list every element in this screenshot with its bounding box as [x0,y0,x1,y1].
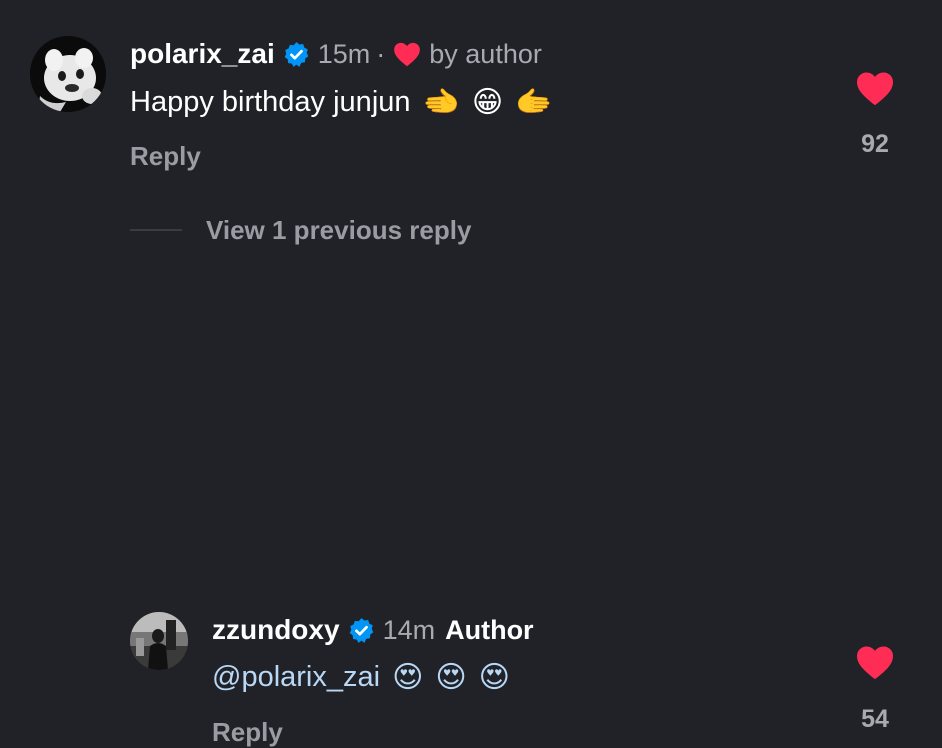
view-previous-replies-label[interactable]: View 1 previous reply [206,215,471,246]
comment-text: Happy birthday junjun 🫲 😁 🫱 [130,82,553,122]
verified-badge-icon [349,617,373,643]
timestamp: 15m [317,38,371,69]
like-count[interactable]: 54 [845,705,905,734]
comment-text: @polarix_zai 😍 😍 😍 [212,657,510,697]
comment: polarix_zai 15m · by author Happy birthd… [0,0,942,190]
avatar-image [30,36,106,112]
mention-link[interactable]: @polarix_zai [212,661,380,694]
like-count[interactable]: 92 [845,130,905,159]
username[interactable]: zzundoxy [212,614,340,646]
avatar[interactable] [30,36,106,112]
heart-icon[interactable] [854,644,896,680]
separator: · [376,38,386,69]
liked-by-author-heart-icon [394,42,421,67]
avatar-image [130,612,188,670]
avatar[interactable] [130,612,188,670]
view-previous-replies[interactable]: View 1 previous reply [130,210,471,250]
reply-button[interactable]: Reply [130,141,201,172]
left-hand-emoji: 🫲 [422,84,460,120]
heart-eyes-emoji: 😍 [435,659,467,695]
heart-eyes-emoji: 😍 [478,659,510,695]
grinning-emoji: 😁 [471,84,504,120]
username[interactable]: polarix_zai [130,38,275,70]
reply-button[interactable]: Reply [212,717,283,748]
heart-eyes-emoji: 😍 [392,659,424,695]
right-hand-emoji: 🫱 [515,84,553,120]
reply-comment: zzundoxy 14m Author @polarix_zai 😍 😍 😍 R… [0,300,942,747]
comment-text-content: Happy birthday junjun [130,85,411,118]
heart-icon[interactable] [854,70,896,106]
divider [130,229,182,231]
comment-header: zzundoxy 14m Author [212,613,534,647]
verified-badge-icon [284,41,309,67]
liked-by-author-label: by author [429,38,542,69]
comment-header: polarix_zai 15m · by author [130,37,542,71]
author-badge: Author [445,614,534,645]
timestamp: 14m [382,614,436,645]
